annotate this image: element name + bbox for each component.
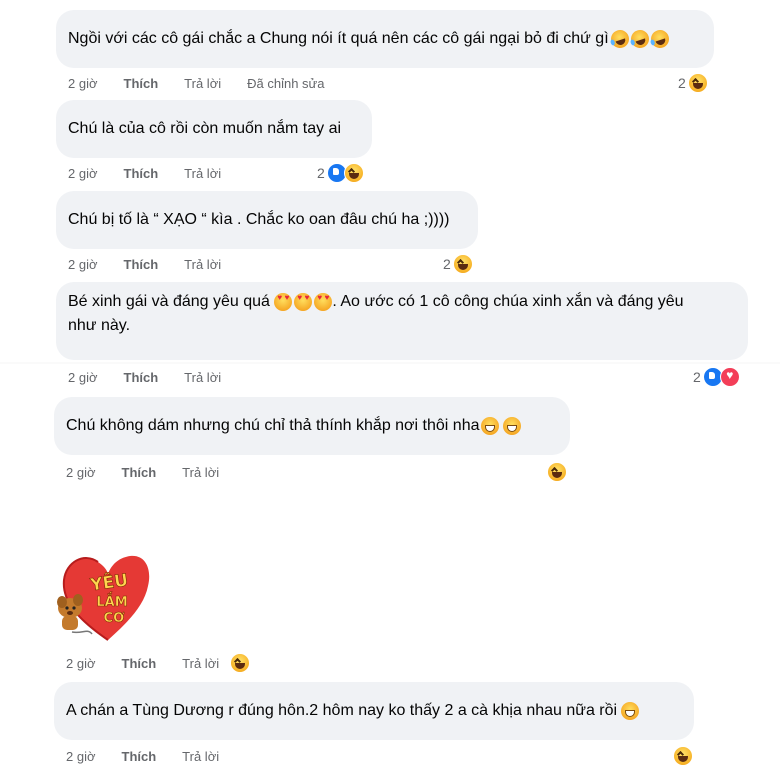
reply-button[interactable]: Trả lời	[184, 257, 221, 272]
like-button[interactable]: Thích	[122, 465, 157, 480]
haha-reaction-icon	[673, 746, 693, 766]
comment-time[interactable]: 2 giờ	[66, 656, 96, 671]
svg-text:LẮM: LẮM	[96, 593, 127, 610]
reaction-count: 2	[317, 165, 325, 181]
reaction-count: 2	[443, 256, 451, 272]
haha-reaction-icon	[230, 653, 250, 673]
heart-eyes-emoji	[274, 292, 293, 311]
like-button[interactable]: Thích	[122, 656, 157, 671]
comment-actions: 2 giờ Thích Trả lời	[66, 462, 245, 482]
love-reaction-icon	[719, 367, 740, 387]
comment-actions: 2 giờ Thích Trả lời	[68, 163, 247, 183]
rolling-laughing-emoji	[628, 27, 651, 51]
reaction-summary[interactable]: 2	[693, 365, 740, 389]
like-button[interactable]: Thích	[124, 257, 159, 272]
reply-button[interactable]: Trả lời	[184, 166, 221, 181]
comment-actions: 2 giờ Thích Trả lời	[66, 653, 245, 673]
comment-time[interactable]: 2 giờ	[68, 166, 98, 181]
comment-text: Bé xinh gái và đáng yêu quá	[68, 293, 275, 310]
heart-eyes-emoji	[314, 292, 333, 311]
reaction-summary[interactable]: 2	[443, 252, 473, 276]
reaction-summary[interactable]: 2	[317, 161, 364, 185]
grinning-emoji	[621, 702, 640, 720]
comment-actions: 2 giờ Thích Trả lời	[68, 254, 247, 274]
comment-time[interactable]: 2 giờ	[68, 76, 98, 91]
haha-reaction-icon	[343, 163, 364, 183]
comment-text: Chú là của cô rồi còn muốn nắm tay ai	[68, 120, 342, 137]
comment-bubble: Ngồi với các cô gái chắc a Chung nói ít …	[56, 10, 714, 68]
comment-text: A chán a Tùng Dương r đúng hôn.2 hôm nay…	[66, 702, 618, 719]
comment-time[interactable]: 2 giờ	[68, 370, 98, 385]
reaction-summary[interactable]: 2	[678, 71, 708, 95]
like-button[interactable]: Thích	[124, 166, 159, 181]
haha-reaction-icon	[547, 462, 567, 482]
reply-button[interactable]: Trả lời	[182, 465, 219, 480]
comment-bubble: Chú không dám nhưng chú chỉ thả thính kh…	[54, 397, 570, 455]
reply-button[interactable]: Trả lời	[184, 76, 221, 91]
comment-text: Chú bị tố là “ XẠO “ kìa . Chắc ko oan đ…	[68, 211, 450, 228]
comment-bubble: A chán a Tùng Dương r đúng hôn.2 hôm nay…	[54, 682, 694, 740]
comment-time[interactable]: 2 giờ	[66, 749, 96, 764]
comment-actions: 2 giờ Thích Trả lời	[66, 746, 245, 766]
reply-button[interactable]: Trả lời	[182, 749, 219, 764]
heart-eyes-emoji	[294, 292, 313, 311]
comment-actions: 2 giờ Thích Trả lời	[68, 367, 247, 387]
reply-button[interactable]: Trả lời	[184, 370, 221, 385]
reaction-count: 2	[693, 369, 701, 385]
comment-time[interactable]: 2 giờ	[66, 465, 96, 480]
comment-actions: 2 giờ Thích Trả lời Đã chỉnh sửa	[68, 73, 350, 93]
reaction-summary[interactable]	[230, 651, 250, 675]
reaction-summary[interactable]	[673, 744, 693, 768]
grinning-emoji	[481, 417, 500, 435]
comment-text: Ngồi với các cô gái chắc a Chung nói ít …	[68, 30, 609, 47]
comment-bubble: Chú bị tố là “ XẠO “ kìa . Chắc ko oan đ…	[56, 191, 478, 249]
rolling-laughing-emoji	[608, 27, 631, 51]
haha-reaction-icon	[452, 254, 473, 274]
divider	[0, 362, 780, 364]
heart-sticker-image: YÊU LẮM CƠ	[57, 555, 150, 641]
comment-bubble: Chú là của cô rồi còn muốn nắm tay ai	[56, 100, 372, 158]
comment-text: Chú không dám nhưng chú chỉ thả thính kh…	[66, 417, 480, 434]
haha-reaction-icon	[687, 73, 708, 93]
reaction-summary[interactable]	[547, 460, 567, 484]
comment-line: như này.	[68, 317, 131, 334]
comment-bubble: Bé xinh gái và đáng yêu quá . Ao ước có …	[56, 282, 748, 360]
comment-text: . Ao ước có 1 cô công chúa xinh xắn và đ…	[332, 293, 684, 310]
heart-sticker: YÊU LẮM CƠ	[52, 548, 152, 644]
grinning-emoji	[503, 417, 522, 435]
reply-button[interactable]: Trả lời	[182, 656, 219, 671]
like-button[interactable]: Thích	[124, 76, 159, 91]
like-button[interactable]: Thích	[124, 370, 159, 385]
edited-label: Đã chỉnh sửa	[247, 75, 325, 91]
comment-line: Bé xinh gái và đáng yêu quá . Ao ước có …	[68, 290, 736, 314]
reaction-count: 2	[678, 75, 686, 91]
svg-text:CƠ: CƠ	[104, 611, 126, 626]
comment-time[interactable]: 2 giờ	[68, 257, 98, 272]
rolling-laughing-emoji	[648, 27, 671, 51]
like-button[interactable]: Thích	[122, 749, 157, 764]
